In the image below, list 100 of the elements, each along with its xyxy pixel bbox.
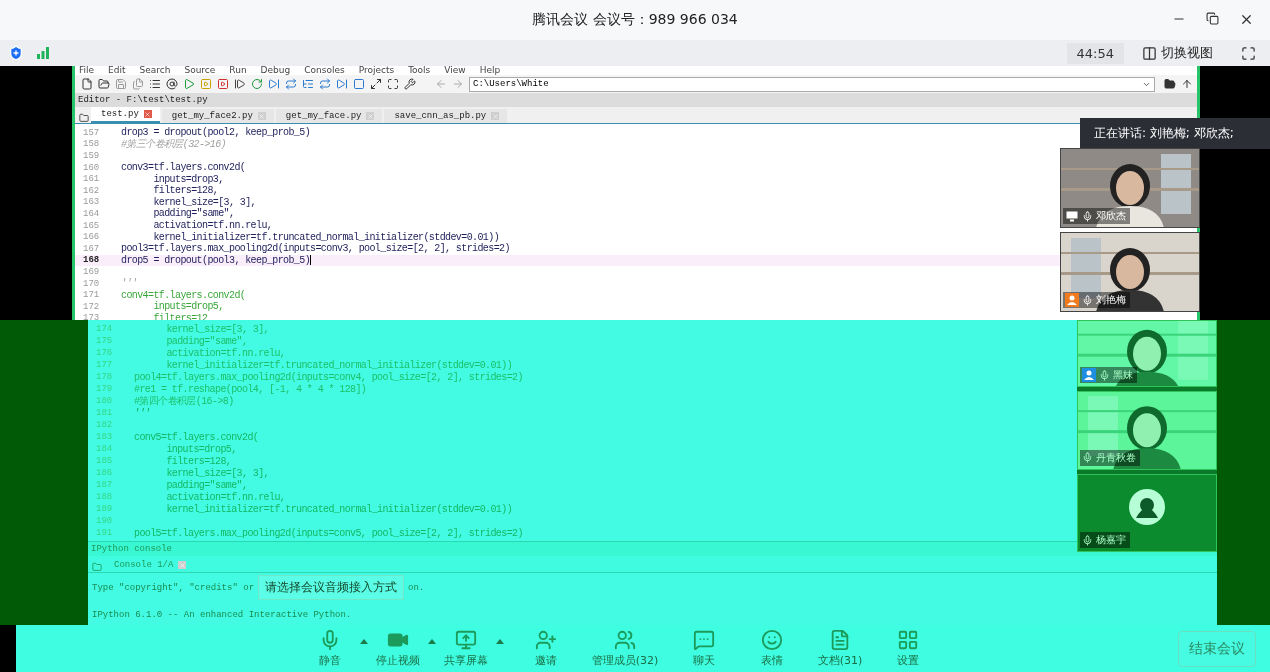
participant-name: 黑妹 [1113,368,1133,383]
toolbar-button[interactable]: 邀请 [522,629,570,668]
code-line: inputs=drop3, [152,173,224,185]
menu-item[interactable]: Edit [108,66,126,75]
new-file-icon[interactable] [81,78,93,90]
line-number: 184 [95,444,114,454]
tree-icon[interactable] [302,78,314,90]
folder-icon[interactable] [98,78,110,90]
list-icon[interactable] [149,78,161,90]
save-icon[interactable] [115,78,127,90]
add-person-icon [535,629,557,651]
video-tile[interactable]: 邓欣杰 [1060,148,1200,228]
video-tile[interactable]: 黑妹 [1077,320,1217,388]
avatar-icon [1128,487,1166,526]
code-line: #第三个卷积层(32->16) [120,138,226,152]
expand-icon[interactable] [370,78,382,90]
code-line: #第四个卷积层(16->8) [133,395,234,408]
menu-item[interactable]: View [444,66,466,75]
code-line: pool4=tf.layers.max_pooling2d(inputs=conv4, pool_size=[2, 2], strides=2) [133,371,523,383]
code-line: drop3 = dropout(pool2, keep_prob_5) [120,127,311,139]
menu-item[interactable]: Consoles [304,66,345,75]
code-line: ''' [120,278,138,289]
save-all-icon[interactable] [132,78,144,90]
line-number: 189 [95,504,114,514]
menu-item[interactable]: File [79,66,95,75]
grid-icon [897,629,919,651]
toolbar-button[interactable]: 设置 [884,629,932,668]
fullscreen-icon[interactable] [1241,45,1256,61]
code-line: conv5=tf.layers.conv2d( [133,431,259,443]
menu-item[interactable]: Help [479,66,501,75]
toolbar-button[interactable]: 共享屏幕 [442,629,490,668]
line-number: 172 [82,301,101,312]
close-icon[interactable] [1239,12,1254,27]
code-line: pool5=tf.layers.max_pooling2d(inputs=conv5, pool_size=[2, 2], strides=2) [133,527,523,539]
up-arrow-icon[interactable] [1181,78,1193,90]
path-field[interactable]: C:\Users\White [469,76,1155,92]
stop-icon[interactable] [353,78,365,90]
file-tab[interactable]: save_cnn_as_pb.py [384,109,508,123]
video-tile[interactable]: 刘艳梅 [1060,232,1200,312]
file-tab[interactable]: get_my_face2.py [161,109,274,123]
code-line: inputs=drop5, [152,301,224,313]
step-icon[interactable] [234,78,246,90]
line-number: 174 [95,324,114,334]
at-sign-icon[interactable] [166,78,178,90]
smiley-icon [761,629,783,651]
restore-icon[interactable] [1206,12,1219,27]
toolbar-button[interactable]: 管理成员(32) [591,629,659,668]
reload-icon[interactable] [251,78,263,90]
audio-tooltip[interactable]: 请选择会议音频接入方式 [258,575,405,600]
folder-icon[interactable] [79,113,89,123]
line-number: 169 [82,266,101,277]
menu-item[interactable]: Projects [358,66,395,75]
menu-item[interactable]: Debug [260,66,291,75]
toolbar-button[interactable]: 静音 [306,629,354,668]
code-line: filters=128, [152,185,219,197]
toolbar-button[interactable]: 表情 [748,629,796,668]
caret-icon[interactable] [496,639,504,644]
toolbar-button[interactable]: 停止视频 [374,629,422,668]
shield-icon[interactable] [8,45,24,61]
menu-item[interactable]: Tools [408,66,431,75]
file-tab[interactable]: get_my_face.py [275,109,383,123]
skip-icon[interactable] [268,78,280,90]
text-cursor [310,255,312,266]
switch-view-button[interactable]: 切换视图 [1136,42,1219,64]
code-line: filters=128, [165,455,232,467]
line-number: 181 [95,408,114,418]
line-number: 176 [95,348,114,358]
speaking-text: 正在讲话: 刘艳梅; 邓欣杰; [1094,125,1234,142]
code-line: conv3=tf.layers.conv2d( [120,162,246,174]
line-number: 159 [82,151,101,161]
fast-forward-icon[interactable] [336,78,348,90]
line-number: 191 [95,528,114,538]
participant-name: 邓欣杰 [1096,209,1126,223]
line-number: 163 [82,197,101,208]
run-cell-icon[interactable] [200,78,212,90]
menu-item[interactable]: Search [139,66,171,75]
console-text: on. [408,582,425,593]
loop-icon[interactable] [285,78,297,90]
menu-item[interactable]: Source [184,66,216,75]
folder-icon[interactable] [1164,78,1176,90]
line-number: 164 [82,208,101,219]
file-tab[interactable]: test.py [91,107,160,123]
run-cell-icon[interactable] [217,78,229,90]
caret-icon[interactable] [360,639,368,644]
line-number: 186 [95,468,114,478]
participant-name: 刘艳梅 [1096,293,1126,307]
video-tile[interactable]: 丹青秋卷 [1077,391,1217,470]
fullscreen-icon[interactable] [387,78,399,90]
toolbar-button[interactable]: 聊天 [680,629,728,668]
play-icon[interactable] [183,78,195,90]
menu-item[interactable]: Run [229,66,247,75]
document-icon [829,629,851,651]
code-line: padding="same", [165,335,248,347]
wrench-icon[interactable] [404,78,416,90]
line-number: 187 [95,480,114,490]
toolbar-button[interactable]: 文档(31) [816,629,864,668]
caret-icon[interactable] [428,639,436,644]
code-line: activation=tf.nn.relu, [165,347,286,359]
code-line: kernel_size=[3, 3], [165,467,270,479]
loop-icon[interactable] [319,78,331,90]
